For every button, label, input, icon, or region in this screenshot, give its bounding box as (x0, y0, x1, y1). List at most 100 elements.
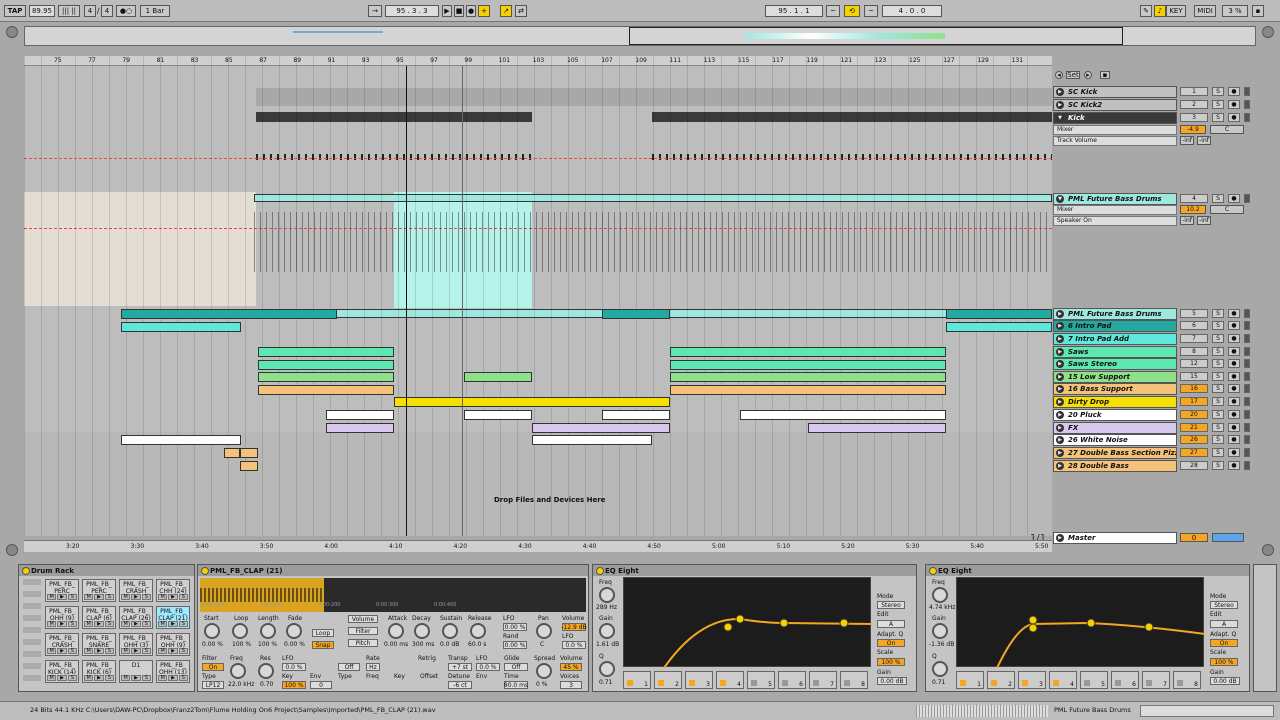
pad-play-icon[interactable]: ▶ (131, 594, 141, 600)
arrangement-clip[interactable] (532, 435, 652, 445)
pad-mute[interactable]: M (84, 594, 94, 600)
eq-band-toggle[interactable]: 7 (1142, 671, 1170, 689)
stop-icon[interactable]: ■ (454, 5, 464, 17)
pad-solo[interactable]: S (104, 648, 114, 654)
eq1-band-strip[interactable]: 12345678 (623, 669, 871, 691)
eq-band-toggle[interactable]: 4 (1049, 671, 1077, 689)
volume-value[interactable]: -12.9 dB (561, 623, 587, 631)
pad-mute[interactable]: M (84, 648, 94, 654)
arm-button[interactable]: ● (1228, 384, 1240, 393)
eq1-graph[interactable] (623, 577, 873, 669)
track-header[interactable]: ▼ PML Future Bass Drums (1053, 193, 1177, 205)
res-knob[interactable] (258, 663, 274, 679)
pad-mute[interactable]: M (47, 621, 57, 627)
detune-value[interactable]: -6 ct (448, 681, 472, 689)
eq-band-toggle[interactable]: 1 (623, 671, 651, 689)
arrangement-clip[interactable] (602, 309, 670, 319)
track-number[interactable]: 27 (1180, 448, 1208, 457)
band-enable-icon[interactable] (1115, 680, 1121, 686)
pad-mute[interactable]: M (158, 621, 168, 627)
arm-button[interactable]: ● (1228, 321, 1240, 330)
eq-band-toggle[interactable]: 3 (1018, 671, 1046, 689)
eq-band-toggle[interactable]: 1 (956, 671, 984, 689)
arrangement-clip[interactable] (121, 322, 241, 332)
eq1-q-knob[interactable] (599, 661, 615, 677)
arm-button[interactable]: ● (1228, 359, 1240, 368)
eq2-gain-out-value[interactable]: 0.00 dB (1210, 677, 1240, 685)
tap-button[interactable]: TAP (4, 5, 26, 17)
pad-solo[interactable]: S (141, 621, 151, 627)
band-enable-icon[interactable] (751, 680, 757, 686)
time-ruler[interactable]: 3:20 3:30 3:40 3:50 4:00 4:10 4:20 4:30 4:40 4:50… (24, 540, 1052, 552)
arrangement-clip[interactable] (946, 322, 1052, 332)
arm-button[interactable]: ● (1228, 461, 1240, 470)
volume-tab[interactable]: Volume (348, 615, 378, 623)
arrangement-clip[interactable] (670, 385, 946, 395)
lfo-value[interactable]: 0.00 % (503, 623, 527, 631)
info-toggle-icon[interactable] (6, 544, 18, 556)
track-header[interactable]: ▶ 15 Low Support (1053, 371, 1177, 383)
fold-icon[interactable]: ▶ (1056, 449, 1064, 457)
filter-freq-knob[interactable] (230, 663, 246, 679)
eq1-adapt-toggle[interactable]: On (877, 639, 905, 647)
pad-solo[interactable]: S (104, 594, 114, 600)
waveform-display[interactable]: 0:00:000 0:00:100 0:00:200 0:00:300 0:00:400 (200, 578, 586, 612)
solo-button[interactable]: S (1212, 334, 1224, 343)
track-number[interactable]: 15 (1180, 372, 1208, 381)
punch-out-icon[interactable]: ~ (864, 5, 878, 17)
eq-band-toggle[interactable]: 5 (747, 671, 775, 689)
track-header[interactable]: ▶ 6 Intro Pad (1053, 320, 1177, 332)
drum-pad[interactable]: PML_FB_ CHH (24) M ▶ S (156, 579, 190, 602)
track-number[interactable]: 7 (1180, 334, 1208, 343)
arrangement-clip[interactable] (464, 410, 532, 420)
drums-volume[interactable]: 10.2 (1180, 205, 1206, 214)
arrangement-clip[interactable] (464, 372, 532, 382)
solo-button[interactable]: S (1212, 347, 1224, 356)
solo-button[interactable]: S (1212, 359, 1224, 368)
fold-icon[interactable]: ▶ (1056, 398, 1064, 406)
eq-band-toggle[interactable]: 8 (1173, 671, 1201, 689)
track-header[interactable]: ▶ FX (1053, 422, 1177, 434)
pad-solo[interactable]: S (178, 675, 188, 681)
arrangement-clip[interactable] (670, 360, 946, 370)
eq2-q-knob[interactable] (932, 661, 948, 677)
eq-band-toggle[interactable]: 4 (716, 671, 744, 689)
arrangement-clip[interactable] (258, 385, 394, 395)
simpler-title[interactable]: PML_FB_CLAP (21) (198, 565, 588, 576)
eq2-mode-select[interactable]: Stereo (1210, 601, 1238, 609)
arrangement-clip[interactable] (326, 410, 394, 420)
arrangement-clip[interactable] (740, 410, 946, 420)
arm-button[interactable]: ● (1228, 372, 1240, 381)
pad-play-icon[interactable]: ▶ (168, 594, 178, 600)
arm-button[interactable]: ● (1228, 100, 1240, 109)
pad-solo[interactable]: S (67, 594, 77, 600)
drum-pad[interactable]: PML_FB_ OHH (13) M ▶ S (156, 660, 190, 683)
tempo-field[interactable]: 89.95 (29, 5, 55, 17)
band-enable-icon[interactable] (960, 680, 966, 686)
key-value[interactable]: 100 % (282, 681, 306, 689)
pad-mute[interactable]: M (158, 675, 168, 681)
eq2-adapt-toggle[interactable]: On (1210, 639, 1238, 647)
kick-param-chooser[interactable]: Track Volume (1053, 136, 1177, 146)
drum-pad[interactable]: PML_FB_ OHH (9) M ▶ S (156, 633, 190, 656)
arm-button[interactable]: ● (1228, 423, 1240, 432)
pad-play-icon[interactable]: ▶ (131, 621, 141, 627)
pad-mute[interactable]: M (121, 675, 131, 681)
arm-button[interactable]: ● (1228, 309, 1240, 318)
pad-mute[interactable]: M (121, 648, 131, 654)
arm-button[interactable]: ● (1228, 334, 1240, 343)
filter-on[interactable]: On (202, 663, 224, 671)
fold-icon[interactable]: ▶ (1056, 335, 1064, 343)
sustain-knob[interactable] (442, 623, 458, 639)
eq-band-toggle[interactable]: 3 (685, 671, 713, 689)
band-enable-icon[interactable] (1177, 680, 1183, 686)
eq2-edit-select[interactable]: A (1210, 620, 1238, 628)
fold-icon[interactable]: ▶ (1056, 424, 1064, 432)
fold-icon[interactable]: ▼ (1056, 114, 1064, 122)
pad-play-icon[interactable]: ▶ (94, 648, 104, 654)
band-enable-icon[interactable] (813, 680, 819, 686)
computer-midi-icon[interactable]: ♪ (1154, 5, 1166, 17)
release-knob[interactable] (470, 623, 486, 639)
eq-band-toggle[interactable]: 5 (1080, 671, 1108, 689)
solo-button[interactable]: S (1212, 384, 1224, 393)
